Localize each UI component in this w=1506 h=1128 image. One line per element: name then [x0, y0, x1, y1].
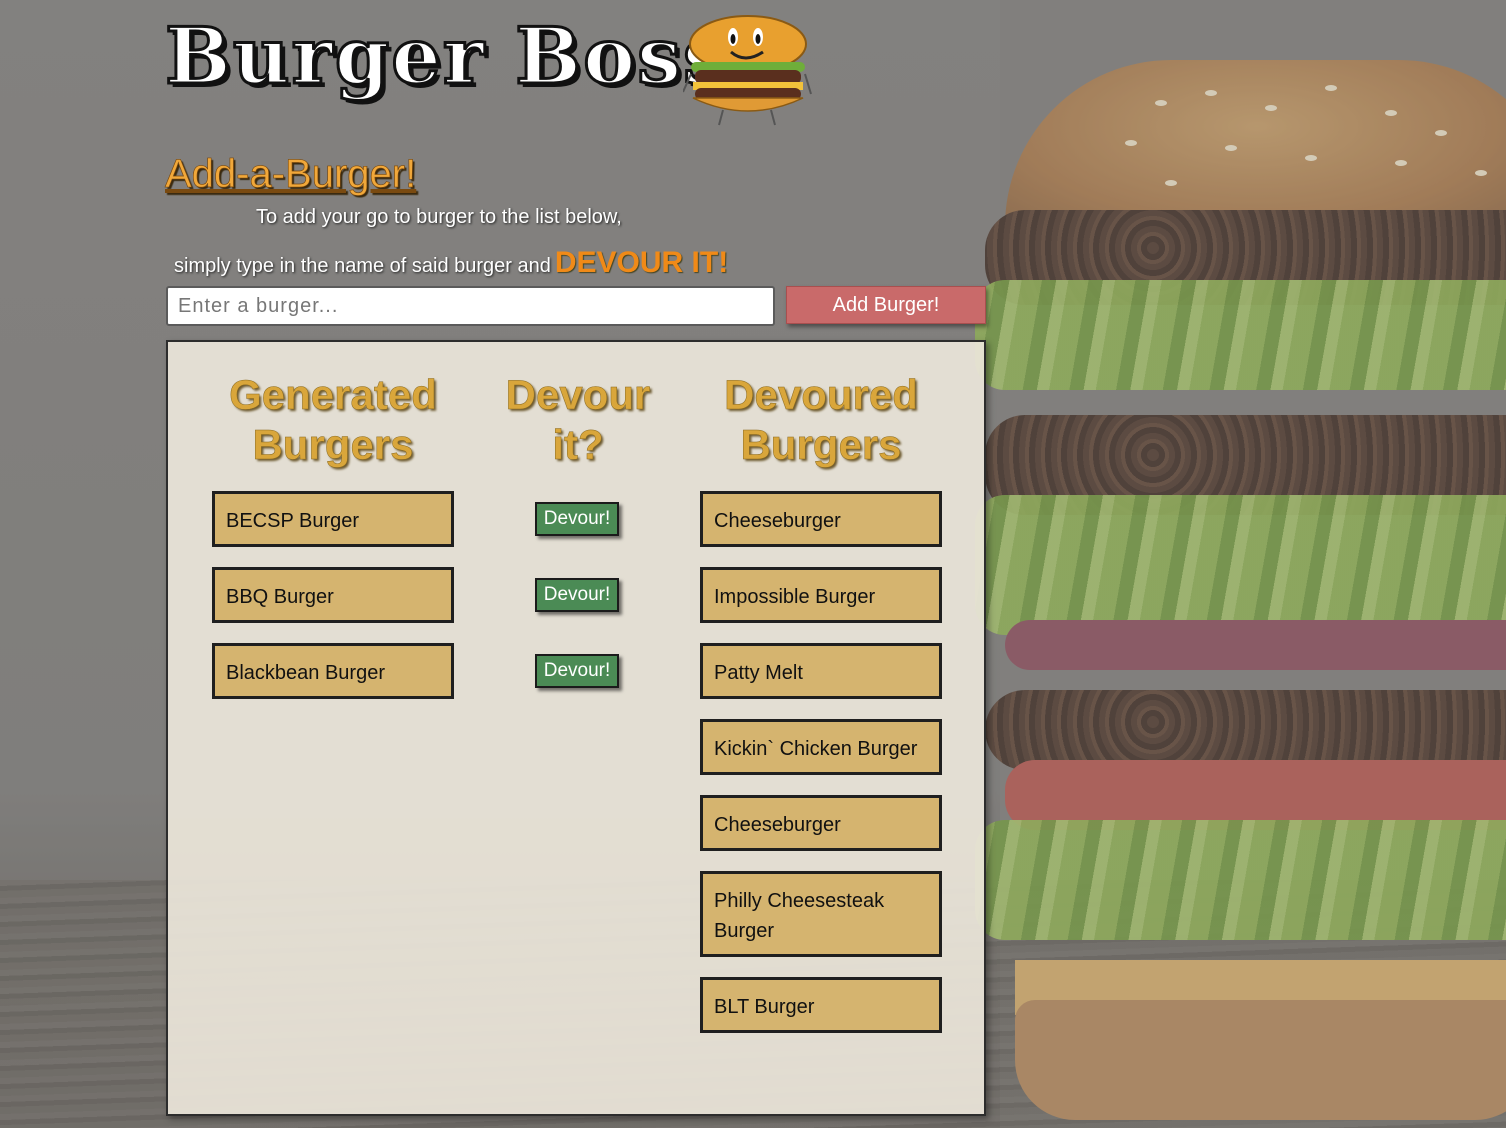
generated-heading-line1: Generated [229, 371, 437, 419]
add-burger-button[interactable]: Add Burger! [786, 286, 986, 324]
generated-burger-item: BECSP Burger [212, 491, 454, 547]
devoured-burgers-heading: Devoured Burgers [700, 370, 942, 470]
devour-button[interactable]: Devour! [535, 654, 619, 688]
burger-board: Generated Burgers Devour it? Devoured Bu… [166, 340, 986, 1116]
site-logo: Burger Boss [164, 10, 729, 103]
generated-heading-line2: Burgers [252, 421, 414, 469]
intro-text-line2-body: simply type in the name of said burger a… [174, 255, 551, 277]
devoured-heading-line2: Burgers [740, 421, 902, 469]
devoured-burger-item: Cheeseburger [700, 491, 942, 547]
generated-burger-item: Blackbean Burger [212, 643, 454, 699]
generated-burgers-heading: Generated Burgers [212, 370, 454, 470]
devoured-burger-item: Philly Cheesesteak Burger [700, 871, 942, 957]
devoured-heading-line1: Devoured [724, 371, 918, 419]
intro-text-line1: To add your go to burger to the list bel… [256, 206, 622, 228]
devour-it-heading: Devour it? [478, 370, 678, 470]
generated-burger-item: BBQ Burger [212, 567, 454, 623]
intro-text-line2: simply type in the name of said burger a… [174, 246, 728, 280]
devour-button[interactable]: Devour! [535, 578, 619, 612]
devour-heading-line2: it? [552, 421, 604, 469]
add-burger-heading: Add-a-Burger! [165, 152, 417, 197]
devoured-burger-item: Impossible Burger [700, 567, 942, 623]
devour-heading-line1: Devour [505, 371, 651, 419]
devour-it-highlight: DEVOUR IT! [554, 246, 729, 279]
devour-button[interactable]: Devour! [535, 502, 619, 536]
burger-mascot-icon [683, 15, 812, 126]
devoured-burger-item: BLT Burger [700, 977, 942, 1033]
devoured-burger-item: Patty Melt [700, 643, 942, 699]
devoured-burger-item: Kickin` Chicken Burger [700, 719, 942, 775]
devoured-burger-item: Cheeseburger [700, 795, 942, 851]
burger-name-input[interactable] [166, 286, 775, 326]
